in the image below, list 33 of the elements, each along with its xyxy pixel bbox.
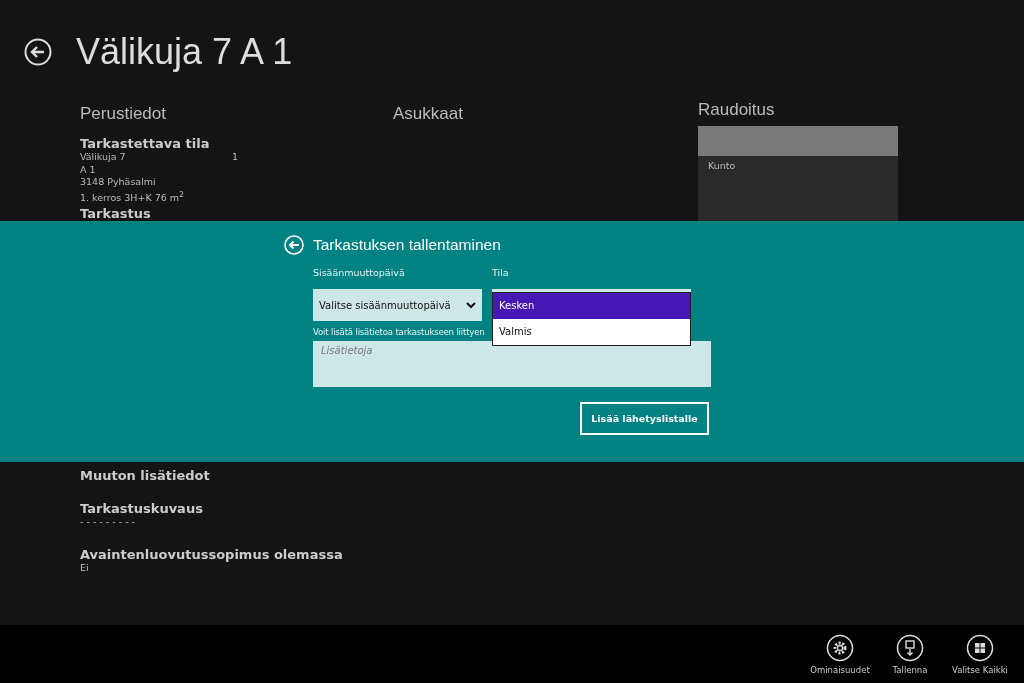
save-icon bbox=[896, 633, 924, 662]
status-option[interactable]: Kesken bbox=[493, 293, 690, 319]
page-title: Välikuja 7 A 1 bbox=[76, 31, 293, 73]
app-bar-button[interactable]: Ominaisuudet bbox=[808, 633, 872, 675]
section-heading: Perustiedot bbox=[80, 104, 167, 124]
info-title: Avaintenluovutussopimus olemassa bbox=[80, 546, 344, 562]
info-title: Muuton lisätiedot bbox=[80, 468, 211, 484]
settings-icon bbox=[826, 633, 854, 662]
grid-icon bbox=[966, 633, 994, 662]
section-heading: Raudoitus bbox=[698, 100, 776, 120]
add-to-send-list-button[interactable]: Lisää lähetyslistalle bbox=[580, 402, 709, 435]
date-label: Sisäänmuuttopäivä bbox=[313, 267, 406, 280]
info-value: - - - - - - - - - bbox=[80, 516, 136, 529]
info-value: Ei bbox=[80, 561, 89, 575]
section-title: Tarkastus bbox=[80, 206, 152, 222]
section-title: Tarkastettava tila bbox=[80, 136, 211, 151]
apartment-text: A 1 bbox=[80, 163, 97, 176]
notes-label: Voit lisätä lisätietoa tarkastukseen liittyen bbox=[313, 327, 485, 339]
status-label: Tila bbox=[492, 267, 510, 280]
back-button[interactable] bbox=[24, 38, 52, 66]
postal-text: 3148 Pyhäsalmi bbox=[80, 176, 157, 189]
dialog-title: Tarkastuksen tallentaminen bbox=[313, 236, 501, 254]
details-text: 1. kerros 3H+K 76 m$^{2}$ bbox=[80, 188, 186, 205]
info-title: Tarkastuskuvaus bbox=[80, 501, 204, 517]
app-bar-button[interactable]: Tallenna bbox=[878, 633, 942, 675]
app-bar-button[interactable]: Valitse Kaikki bbox=[948, 633, 1012, 675]
number-text: 1 bbox=[232, 151, 239, 164]
street-text: Välikuja 7 bbox=[80, 151, 127, 164]
section-heading: Asukkaat bbox=[393, 104, 464, 124]
notes-field[interactable]: Lisätietoja bbox=[313, 341, 711, 387]
chevron-down-icon bbox=[466, 301, 476, 309]
card-label: Kunto bbox=[707, 159, 737, 173]
date-dropdown[interactable]: Valitse sisäänmuuttopäivä bbox=[313, 289, 482, 321]
